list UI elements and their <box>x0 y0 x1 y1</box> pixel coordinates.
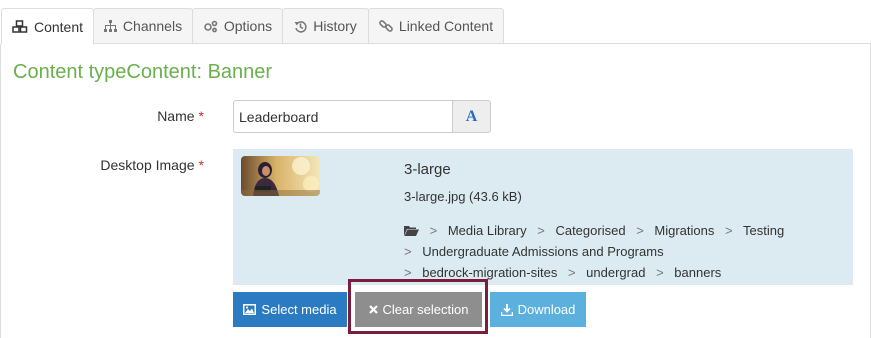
cubes-icon <box>12 20 28 33</box>
tab-channels[interactable]: Channels <box>93 8 193 43</box>
desktop-image-label: Desktop Image <box>100 157 195 173</box>
media-path-row-3: > bedrock-migration-sites > undergrad > … <box>404 265 721 280</box>
path-segment[interactable]: banners <box>674 265 721 280</box>
translate-button[interactable]: A <box>452 100 491 133</box>
sitemap-icon <box>103 20 117 32</box>
name-input[interactable] <box>233 100 453 133</box>
desktop-image-label-row: Desktop Image * <box>60 157 204 173</box>
path-segment[interactable]: Migrations <box>654 223 714 238</box>
history-icon <box>294 20 307 33</box>
path-separator: > <box>404 265 412 280</box>
tab-bar: Content Channels Options History Linked … <box>0 8 871 44</box>
select-media-button[interactable]: Select media <box>233 292 347 327</box>
name-label-row: Name * <box>100 108 204 124</box>
select-media-label: Select media <box>261 302 337 317</box>
folder-open-icon <box>404 226 419 236</box>
media-path-row-2: > Undergraduate Admissions and Programs <box>404 244 664 259</box>
highlight-box <box>348 279 488 334</box>
tab-content[interactable]: Content <box>1 8 94 44</box>
path-segment[interactable]: Categorised <box>555 223 625 238</box>
required-marker: * <box>198 108 204 124</box>
path-separator: > <box>725 223 733 238</box>
download-button[interactable]: Download <box>490 292 586 327</box>
download-label: Download <box>517 302 576 317</box>
image-icon <box>243 304 257 315</box>
page-title: Content typeContent: Banner <box>13 61 273 83</box>
path-segment[interactable]: Media Library <box>448 223 527 238</box>
path-segment[interactable]: Testing <box>743 223 784 238</box>
media-title: 3-large <box>404 161 451 178</box>
name-label: Name <box>157 108 195 124</box>
tab-history[interactable]: History <box>282 8 369 43</box>
path-segment[interactable]: Undergraduate Admissions and Programs <box>422 244 663 259</box>
download-icon <box>500 303 513 316</box>
tab-linked-content[interactable]: Linked Content <box>368 8 504 43</box>
tab-options-label: Options <box>223 18 273 34</box>
media-path-row-1: > Media Library > Categorised > Migratio… <box>404 223 784 238</box>
path-separator: > <box>537 223 545 238</box>
media-thumbnail <box>241 156 320 196</box>
tab-content-label: Content <box>33 18 84 35</box>
path-separator: > <box>567 265 576 280</box>
required-marker: * <box>198 157 204 173</box>
tab-options[interactable]: Options <box>192 8 283 43</box>
tab-linked-content-label: Linked Content <box>398 18 494 34</box>
path-separator: > <box>636 223 644 238</box>
cogs-icon <box>204 20 218 32</box>
tab-channels-label: Channels <box>122 18 183 34</box>
tab-history-label: History <box>313 18 357 34</box>
font-icon: A <box>465 107 478 125</box>
path-separator: > <box>429 223 438 238</box>
path-separator: > <box>656 265 664 280</box>
link-icon <box>379 20 393 32</box>
path-segment[interactable]: undergrad <box>586 265 645 280</box>
path-separator: > <box>404 244 412 259</box>
path-segment[interactable]: bedrock-migration-sites <box>422 265 557 280</box>
media-filename: 3-large.jpg (43.6 kB) <box>404 189 522 204</box>
